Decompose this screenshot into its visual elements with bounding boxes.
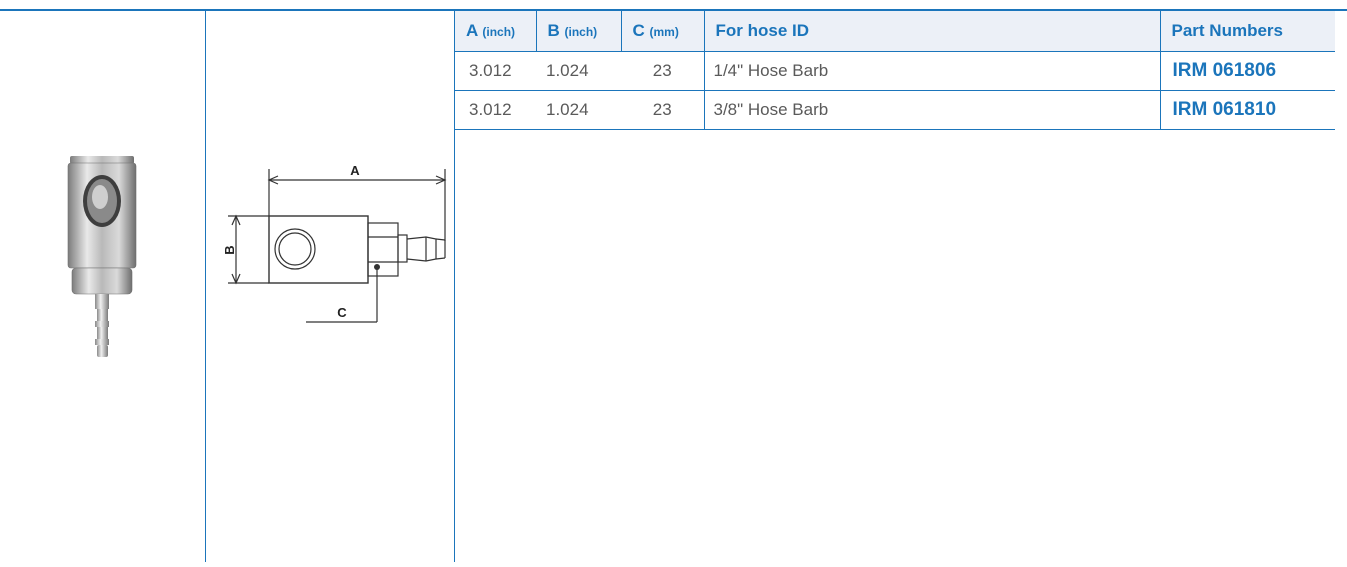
- dimension-label-c: C: [337, 305, 347, 320]
- table-row: 3.012 1.024 23 1/4" Hose Barb IRM 061806: [455, 51, 1335, 91]
- header-b: B (inch): [536, 11, 622, 52]
- dimension-drawing: A B C: [222, 163, 447, 323]
- table-header-row: A (inch) B (inch) C (mm) For hose ID Par…: [455, 11, 1335, 52]
- cell-a: 3.012: [455, 51, 536, 91]
- cell-hose-id: 3/8" Hose Barb: [704, 90, 1161, 130]
- header-b-letter: B: [547, 21, 560, 40]
- product-photo-cell: [0, 11, 205, 562]
- header-part-numbers: Part Numbers: [1160, 11, 1335, 52]
- header-c-letter: C: [632, 21, 645, 40]
- header-c: C (mm): [621, 11, 705, 52]
- cell-b: 1.024: [536, 51, 621, 91]
- header-a: A (inch): [455, 11, 537, 52]
- part-number-link[interactable]: IRM 061810: [1160, 90, 1335, 130]
- coupler-photo: [67, 156, 137, 357]
- header-hose-id: For hose ID: [704, 11, 1161, 52]
- cell-a: 3.012: [455, 90, 536, 130]
- header-a-unit: (inch): [482, 25, 516, 39]
- cell-hose-id: 1/4" Hose Barb: [704, 51, 1161, 91]
- part-number-link[interactable]: IRM 061806: [1160, 51, 1335, 91]
- spec-table: A (inch) B (inch) C (mm) For hose ID Par…: [455, 11, 1335, 130]
- table-row: 3.012 1.024 23 3/8" Hose Barb IRM 061810: [455, 90, 1335, 130]
- cell-c: 23: [621, 51, 705, 91]
- header-part-numbers-label: Part Numbers: [1171, 21, 1283, 40]
- header-a-letter: A: [466, 21, 478, 40]
- header-b-unit: (inch): [564, 25, 598, 39]
- dimension-label-a: A: [350, 163, 360, 178]
- cell-c: 23: [621, 90, 705, 130]
- header-c-unit: (mm): [649, 25, 679, 39]
- dimension-label-b: B: [222, 245, 237, 254]
- technical-drawing-cell: A B C: [206, 11, 454, 562]
- header-hose-id-label: For hose ID: [715, 21, 810, 40]
- cell-b: 1.024: [536, 90, 621, 130]
